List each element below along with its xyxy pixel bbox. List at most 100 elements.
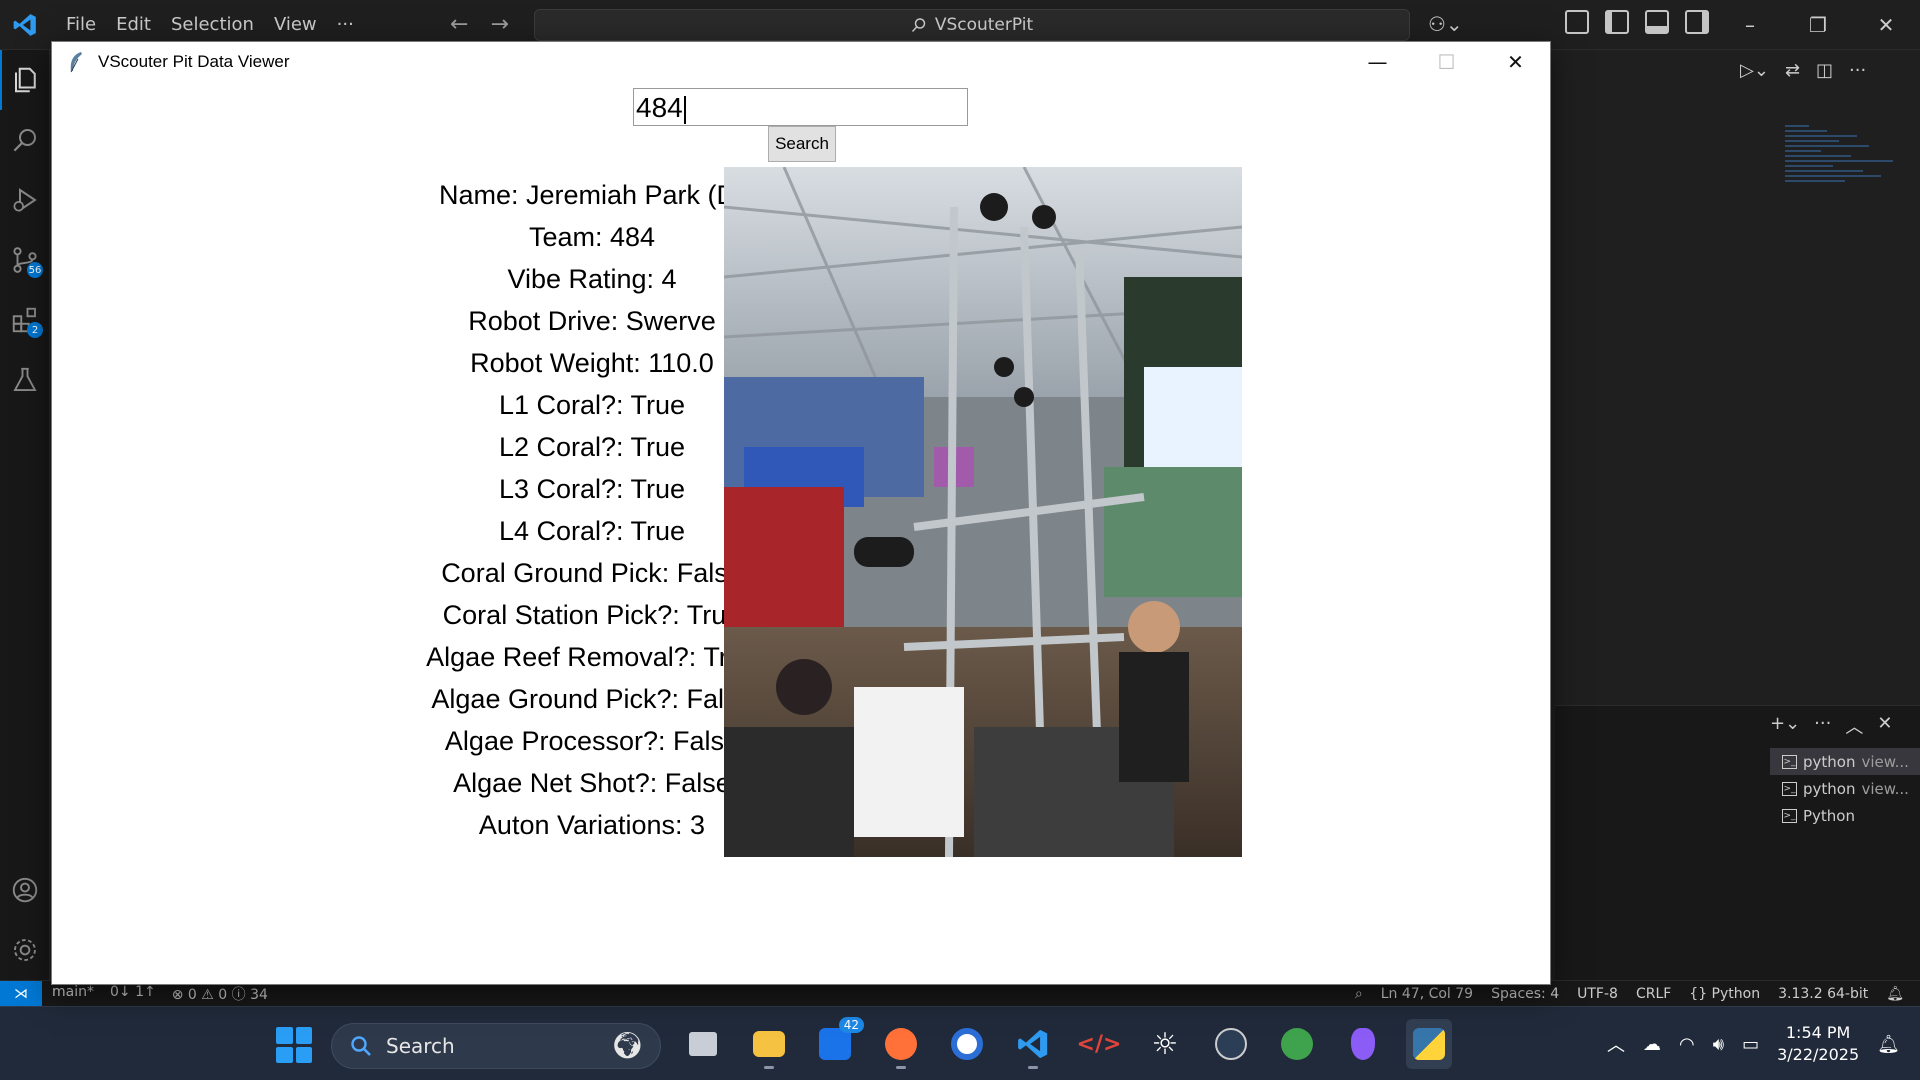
accounts-icon[interactable] [0, 860, 50, 920]
testing-flask-icon[interactable] [0, 350, 50, 410]
team-search-value: 484 [636, 92, 683, 123]
terminal-icon: >_ [1782, 754, 1797, 769]
search-icon[interactable] [0, 110, 50, 170]
source-control-icon[interactable]: 56 [0, 230, 50, 290]
indentation[interactable]: Spaces: 4 [1491, 986, 1559, 1002]
github-desktop-icon[interactable] [944, 1019, 990, 1069]
python-taskbar-icon[interactable] [1406, 1019, 1452, 1069]
battery-icon[interactable]: ▭ [1742, 1034, 1759, 1055]
toggle-secondary-sidebar-icon[interactable] [1685, 10, 1709, 34]
terminal-item-sub: view... [1861, 752, 1909, 771]
maximize-icon: ☐ [1437, 50, 1456, 74]
start-windows-icon[interactable] [276, 1027, 312, 1063]
command-center[interactable]: VScouterPit [534, 9, 1410, 41]
terminal-item[interactable]: >_ Python [1770, 802, 1920, 829]
notification-bell-icon[interactable]: 🔔︎ [1877, 1034, 1900, 1055]
taskbar-apps: 42 </> ☼ [680, 1017, 1452, 1069]
split-editor-icon[interactable]: ◫ [1816, 60, 1833, 81]
terminal-toolbar: +⌄ ··· ︿ ✕ [1770, 713, 1892, 739]
editor-toolbar: ▷⌄ ⇄ ◫ ··· [1740, 60, 1866, 81]
terminal-item[interactable]: >_ python view... [1770, 775, 1920, 802]
run-python-icon[interactable]: ▷⌄ [1740, 60, 1769, 81]
window-controls: — ☐ ✕ [1343, 42, 1550, 82]
wifi-icon[interactable]: ◠ [1679, 1034, 1695, 1055]
notifications-bell-icon[interactable]: 🔔︎ [1886, 986, 1904, 1002]
run-debug-icon[interactable] [0, 170, 50, 230]
activity-bar: 56 2 [0, 50, 50, 980]
terminal-icon: >_ [1782, 808, 1797, 823]
new-terminal-icon[interactable]: +⌄ [1770, 713, 1800, 739]
tk-feather-icon [70, 52, 82, 73]
customize-layout-icon[interactable] [1565, 10, 1589, 34]
terminal-item-label: python [1803, 752, 1856, 771]
restore-icon[interactable]: ❐ [1784, 0, 1852, 50]
settings-gear-icon[interactable] [0, 920, 50, 980]
minimap[interactable] [1785, 122, 1905, 222]
file-explorer-icon[interactable] [746, 1019, 792, 1069]
branch-status[interactable]: main* [52, 984, 94, 1004]
close-panel-icon[interactable]: ✕ [1877, 713, 1892, 739]
more-actions-icon[interactable]: ··· [1849, 60, 1866, 81]
remote-indicator-icon[interactable]: ⋊ [0, 980, 42, 1007]
extensions-badge: 2 [27, 322, 43, 338]
search-icon [351, 1036, 371, 1056]
vscode-logo-icon [0, 0, 50, 50]
extensions-icon[interactable]: 2 [0, 290, 50, 350]
nav-arrows: ← → [450, 12, 509, 37]
terminal-item[interactable]: >_ python view... [1770, 748, 1920, 775]
maximize-panel-icon[interactable]: ︿ [1845, 713, 1863, 739]
terminal-more-icon[interactable]: ··· [1814, 713, 1831, 739]
zoom-icon[interactable]: ⌕ [1355, 986, 1363, 1002]
encoding[interactable]: UTF-8 [1577, 986, 1618, 1002]
task-view-icon[interactable] [680, 1019, 726, 1069]
language-mode[interactable]: {} Python [1689, 986, 1760, 1002]
copilot-icon[interactable]: ⚇⌄ [1428, 12, 1463, 36]
tray-chevron-icon[interactable]: ︿ [1607, 1031, 1625, 1057]
onedrive-cloud-icon[interactable]: ☁ [1643, 1034, 1661, 1055]
minimize-icon[interactable]: – [1716, 0, 1784, 50]
terminal-list: >_ python view... >_ python view... >_ P… [1770, 748, 1920, 829]
search-icon [911, 18, 926, 33]
clock[interactable]: 1:54 PM 3/22/2025 [1777, 1022, 1859, 1066]
system-tray: ︿ ☁ ◠ 🔊︎ ▭ 1:54 PM 3/22/2025 🔔︎ [1607, 1007, 1900, 1080]
line-ending[interactable]: CRLF [1636, 986, 1671, 1002]
sync-app-icon[interactable] [1274, 1019, 1320, 1069]
team-search-input[interactable]: 484 [633, 88, 968, 126]
robot-photo [724, 167, 1242, 857]
terminal-item-label: Python [1803, 806, 1855, 825]
terminal-item-label: python [1803, 779, 1856, 798]
command-center-label: VScouterPit [934, 15, 1034, 35]
forward-arrow-icon[interactable]: → [490, 12, 508, 37]
brightness-icon[interactable]: ☼ [1142, 1019, 1188, 1069]
sync-status[interactable]: 0↓ 1↑ [110, 984, 156, 1004]
mail-icon[interactable]: 42 [812, 1017, 864, 1069]
text-cursor [683, 95, 686, 124]
toggle-panel-icon[interactable] [1645, 10, 1669, 34]
minimize-icon[interactable]: — [1343, 42, 1412, 82]
problems-status[interactable]: ⊗ 0 ⚠ 0 ⓘ 34 [172, 984, 268, 1004]
search-highlight-globe-icon: 🌍︎ [610, 1031, 644, 1061]
window-title: VScouter Pit Data Viewer [98, 52, 290, 71]
toggle-primary-sidebar-icon[interactable] [1605, 10, 1629, 34]
search-button[interactable]: Search [768, 126, 836, 162]
volume-icon[interactable]: 🔊︎ [1713, 1034, 1724, 1055]
obsidian-icon[interactable] [1340, 1019, 1386, 1069]
taskbar-search-label: Search [386, 1034, 455, 1058]
dev-tool-icon[interactable]: </> [1076, 1019, 1122, 1069]
layout-toggles [1565, 10, 1709, 34]
inkscape-icon[interactable] [1208, 1019, 1254, 1069]
terminal-icon: >_ [1782, 781, 1797, 796]
explorer-icon[interactable] [0, 50, 50, 110]
window-titlebar[interactable]: VScouter Pit Data Viewer — ☐ ✕ [52, 42, 1550, 82]
firefox-icon[interactable] [878, 1019, 924, 1069]
close-icon[interactable]: ✕ [1852, 0, 1920, 50]
open-changes-icon[interactable]: ⇄ [1785, 60, 1800, 81]
close-icon[interactable]: ✕ [1481, 42, 1550, 82]
clock-date: 3/22/2025 [1777, 1045, 1860, 1064]
python-interpreter[interactable]: 3.13.2 64-bit [1778, 986, 1868, 1002]
cursor-position[interactable]: Ln 47, Col 79 [1381, 986, 1473, 1002]
mail-badge: 42 [838, 1017, 864, 1033]
vscode-taskbar-icon[interactable] [1010, 1019, 1056, 1069]
taskbar-search[interactable]: Search 🌍︎ [331, 1023, 661, 1069]
back-arrow-icon[interactable]: ← [450, 12, 468, 37]
